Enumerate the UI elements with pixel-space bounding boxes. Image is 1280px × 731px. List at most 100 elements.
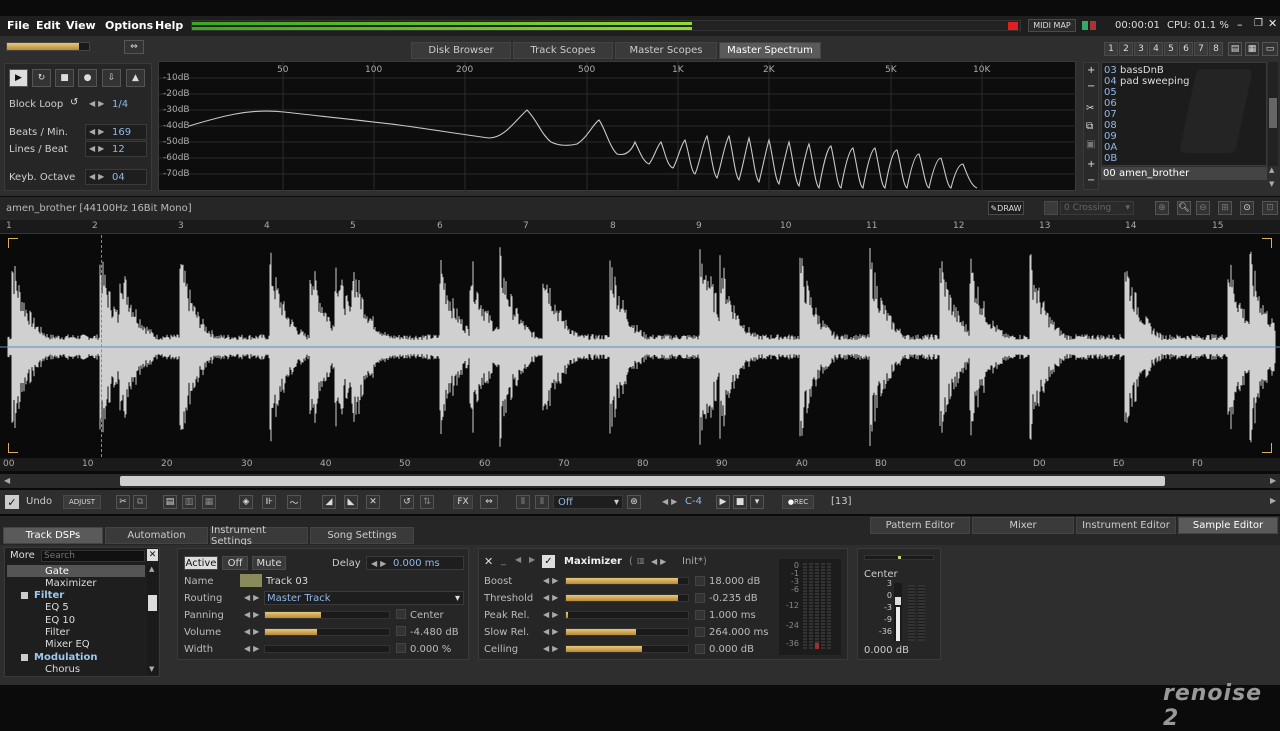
- loop-settings-icon[interactable]: ⊛: [627, 495, 641, 509]
- bpm-stepper[interactable]: ◀▶: [89, 127, 107, 136]
- scrollbar-thumb[interactable]: [148, 595, 157, 611]
- remove-dc-icon[interactable]: ✕: [366, 495, 380, 509]
- lpb-value[interactable]: 12: [112, 144, 125, 155]
- pattern-button-4[interactable]: 4: [1149, 42, 1163, 56]
- layout-icon-2[interactable]: ▦: [1245, 42, 1259, 56]
- dsp-list-item[interactable]: Filter: [7, 590, 145, 602]
- dsp-list-item[interactable]: Chorus: [7, 663, 145, 675]
- tab-pattern-editor[interactable]: Pattern Editor: [870, 517, 970, 534]
- instrument-row[interactable]: 05: [1104, 87, 1120, 98]
- dsp-list-scrollbar[interactable]: ▲ ▼: [147, 565, 158, 675]
- expand-icon[interactable]: [21, 653, 28, 661]
- add-instrument-icon[interactable]: +: [1087, 65, 1095, 76]
- waveform-scrollbar[interactable]: ◀ ▶: [0, 474, 1280, 488]
- tab-track-scopes[interactable]: Track Scopes: [513, 42, 613, 59]
- fade-out-icon[interactable]: ◣: [344, 495, 358, 509]
- zoom-in-icon[interactable]: ⊕: [1155, 201, 1169, 215]
- device-enable-checkbox[interactable]: ✓: [542, 555, 555, 568]
- fade-in-icon[interactable]: ◢: [322, 495, 336, 509]
- dsp-list-item[interactable]: Maximizer: [7, 577, 145, 589]
- reverse-icon[interactable]: ↺: [400, 495, 414, 509]
- pattern-button-3[interactable]: 3: [1134, 42, 1148, 56]
- zoom-reset-icon[interactable]: ⊡: [1262, 201, 1278, 215]
- pattern-button-5[interactable]: 5: [1164, 42, 1178, 56]
- width-slider[interactable]: [264, 645, 390, 653]
- width-reset[interactable]: [396, 643, 406, 653]
- record-sample-button[interactable]: ● REC: [782, 495, 814, 509]
- paste-icon[interactable]: ▤: [163, 495, 177, 509]
- undo-checkbox[interactable]: ✓: [5, 495, 19, 509]
- stop-sample-icon[interactable]: ■: [733, 495, 747, 509]
- pattern-button-2[interactable]: 2: [1119, 42, 1133, 56]
- selected-instrument-up-icon[interactable]: ▲: [1269, 166, 1274, 174]
- param-stepper[interactable]: ◀▶: [543, 593, 561, 602]
- cut-icon[interactable]: ✂: [1086, 103, 1094, 114]
- crop-icon[interactable]: ▦: [202, 495, 216, 509]
- param-slider[interactable]: [565, 645, 689, 653]
- tab-song-settings[interactable]: Song Settings: [310, 527, 414, 544]
- remove-device-icon[interactable]: ✕: [484, 555, 493, 568]
- track-color-swatch[interactable]: [240, 574, 262, 587]
- scroll-up-icon[interactable]: ▲: [149, 565, 154, 573]
- volume-reset[interactable]: [396, 626, 406, 636]
- adjust-button[interactable]: ADJUST: [63, 495, 101, 509]
- dsp-search-input[interactable]: [41, 550, 145, 562]
- preset-stepper[interactable]: ◀▶: [651, 557, 669, 566]
- menu-edit[interactable]: Edit: [36, 19, 60, 32]
- octave-value[interactable]: 04: [112, 172, 125, 183]
- mute-button[interactable]: Mute: [252, 556, 286, 570]
- instrument-row[interactable]: 03 bassDnB: [1104, 65, 1164, 76]
- block-loop-stepper[interactable]: ◀▶: [89, 99, 107, 108]
- stop-icon[interactable]: ■: [55, 69, 74, 87]
- draw-button[interactable]: ✎ DRAW: [988, 201, 1024, 215]
- maximize-icon[interactable]: ❐: [1254, 18, 1263, 29]
- menu-view[interactable]: View: [66, 19, 96, 32]
- close-icon[interactable]: ✕: [1268, 17, 1277, 30]
- master-volume-slider[interactable]: [6, 42, 90, 51]
- dsp-list-item[interactable]: Mixer EQ: [7, 639, 145, 651]
- midi-map-button[interactable]: MIDI MAP: [1028, 19, 1076, 32]
- instrument-row[interactable]: 06: [1104, 98, 1120, 109]
- param-stepper[interactable]: ◀▶: [543, 576, 561, 585]
- param-slider[interactable]: [565, 577, 689, 585]
- menu-help[interactable]: Help: [155, 19, 183, 32]
- move-up-icon[interactable]: +: [1087, 159, 1095, 170]
- scroll-right-icon[interactable]: ▶: [1270, 476, 1276, 485]
- play-options-icon[interactable]: ▾: [750, 495, 764, 509]
- instrument-row[interactable]: 0B: [1104, 153, 1120, 164]
- loop-end-icon[interactable]: ⦀: [535, 495, 549, 509]
- off-button[interactable]: Off: [222, 556, 248, 570]
- tab-track-dsps[interactable]: Track DSPs: [3, 527, 103, 544]
- play-sample-icon[interactable]: ▶: [716, 495, 730, 509]
- delay-field[interactable]: ◀▶ 0.000 ms: [366, 556, 464, 570]
- instrument-list-scrollbar[interactable]: [1268, 62, 1278, 166]
- param-reset[interactable]: [695, 644, 705, 654]
- instrument-row[interactable]: 08: [1104, 120, 1120, 131]
- layout-icon-1[interactable]: ▤: [1228, 42, 1242, 56]
- tab-instrument-editor[interactable]: Instrument Editor: [1076, 517, 1176, 534]
- copy-icon[interactable]: ⧉: [133, 495, 147, 509]
- menu-options[interactable]: Options: [105, 19, 153, 32]
- delay-stepper[interactable]: ◀▶: [371, 559, 389, 568]
- lpb-stepper[interactable]: ◀▶: [89, 144, 107, 153]
- scrollbar-thumb[interactable]: [120, 476, 1165, 486]
- menu-file[interactable]: File: [7, 19, 30, 32]
- mix-paste-icon[interactable]: ▥: [182, 495, 196, 509]
- loop-mode-dropdown[interactable]: Off ▾: [553, 495, 623, 509]
- copy-icon[interactable]: ⧉: [1086, 121, 1093, 132]
- minimize-icon[interactable]: –: [1237, 18, 1243, 31]
- process-icon[interactable]: ⇔: [480, 495, 498, 509]
- panning-slider[interactable]: [264, 611, 390, 619]
- param-stepper[interactable]: ◀▶: [543, 627, 561, 636]
- selected-instrument-down-icon[interactable]: ▼: [1269, 180, 1274, 188]
- metronome-icon[interactable]: ▲: [126, 69, 145, 87]
- note-stepper[interactable]: ◀▶: [662, 497, 680, 506]
- block-loop-value[interactable]: 1/4: [112, 99, 128, 110]
- param-reset[interactable]: [695, 627, 705, 637]
- octave-stepper[interactable]: ◀▶: [89, 172, 107, 181]
- output-volume-fader[interactable]: [894, 583, 902, 641]
- param-reset[interactable]: [695, 610, 705, 620]
- param-slider[interactable]: [565, 611, 689, 619]
- loop-start-icon[interactable]: ⦀: [516, 495, 530, 509]
- play-icon[interactable]: ▶: [9, 69, 28, 87]
